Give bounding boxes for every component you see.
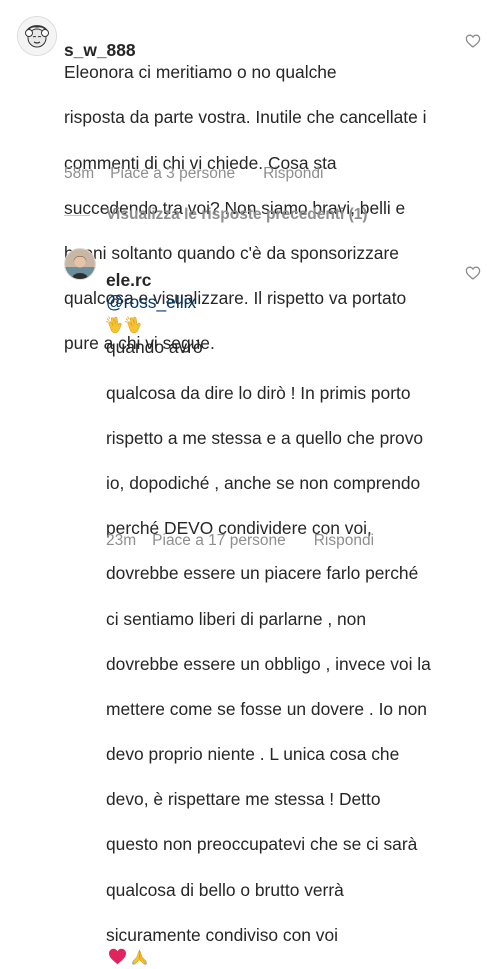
avatar[interactable] [64,248,96,280]
comment-line: devo proprio niente . L unica cosa che [106,744,400,765]
red-heart-emoji [109,949,126,965]
comment-line: risposta da parte vostra. Inutile che ca… [64,107,427,128]
heart-outline-icon[interactable] [465,265,481,281]
reply-button[interactable]: Rispondi [314,531,374,551]
view-previous-replies-button[interactable]: Visualizza le risposte precedenti (1) [64,205,368,225]
reply-button[interactable]: Rispondi [263,164,323,184]
comment-line: quando avrò [106,337,203,358]
comment-line: qualcosa da dire lo dirò ! In primis por… [106,382,411,403]
view-previous-replies-label: Visualizza le risposte precedenti (1) [106,206,368,223]
likes-count-link[interactable]: Piace a 3 persone [110,164,235,184]
clapping-hands-emoji [125,316,141,333]
comment-time: 58m [64,165,95,182]
comment-line: Eleonora ci meritiamo o no qualche [64,62,337,83]
comment-time: 23m [106,532,137,549]
comment-line: devo, è rispettare me stessa ! Detto [106,789,381,810]
comment-line: dovrebbe essere un obbligo , invece voi … [106,653,431,674]
comment-line: dovrebbe essere un piacere farlo perché [106,563,419,584]
mention-link[interactable]: @ross_ellix [106,292,196,312]
clapping-hands-emoji [106,316,122,333]
heart-outline-icon[interactable] [465,33,481,49]
comment-username[interactable]: ele.rc [106,270,151,290]
comment-line: io, dopodiché , anche se non comprendo [106,472,421,493]
comment-line: sicuramente condiviso con voi [106,924,338,945]
folded-hands-emoji [131,950,148,966]
marilyn-portrait-icon [18,17,56,55]
likes-count-link[interactable]: Piace a 17 persone [152,531,286,551]
comment-meta: 23m Piace a 17 persone Rispondi [106,531,374,551]
profile-photo-icon [65,249,95,279]
divider-line [64,214,90,216]
comment-line: qualcosa di bello o brutto verrà [106,879,344,900]
comment-line: ci sentiamo liberi di parlarne , non [106,608,367,629]
avatar[interactable] [17,16,57,56]
comment-line: mettere come se fosse un dovere . Io non [106,698,427,719]
comment-line: questo non preoccupatevi che se ci sarà [106,834,418,855]
comment-meta: 58m Piace a 3 persone Rispondi [64,164,323,184]
comment-username[interactable]: s_w_888 [64,40,136,60]
comment-text: ele.rc @ross_ellix quando avrò qualcosa … [106,246,476,969]
comment-line: rispetto a me stessa e a quello che prov… [106,427,424,448]
